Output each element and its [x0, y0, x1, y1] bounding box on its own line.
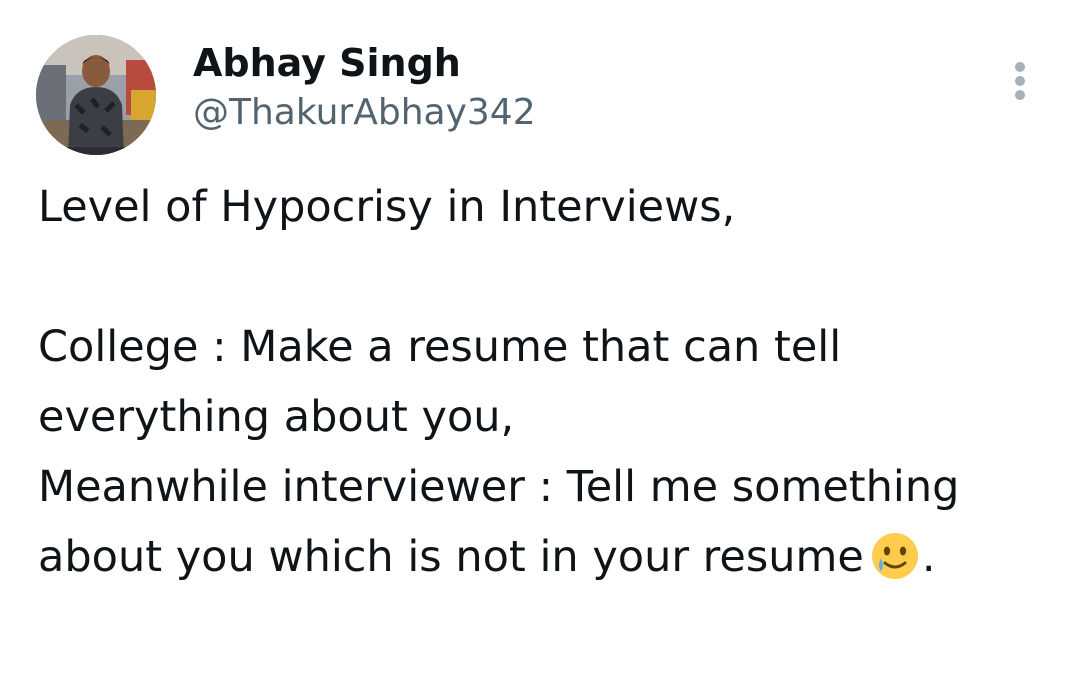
tweet-text: Level of Hypocrisy in Interviews, Colleg… [38, 172, 1048, 602]
author-display-name[interactable]: Abhay Singh [193, 38, 536, 88]
tweet-trailing-period: . [921, 532, 936, 582]
avatar[interactable] [36, 35, 156, 155]
author-block: Abhay Singh @ThakurAbhay342 [193, 38, 536, 136]
avatar-photo [36, 35, 156, 155]
more-options-button[interactable] [1004, 58, 1036, 104]
smiling-face-with-tear-icon [870, 531, 920, 602]
tweet-line-college: College : Make a resume that can tell ev… [38, 322, 855, 442]
author-handle[interactable]: @ThakurAbhay342 [193, 90, 536, 136]
tweet-line-intro: Level of Hypocrisy in Interviews, [38, 182, 736, 232]
tweet-card: Abhay Singh @ThakurAbhay342 Level of Hyp… [0, 0, 1080, 679]
tweet-line-interviewer-text: Meanwhile interviewer : Tell me somethin… [38, 462, 974, 582]
tweet-line-interviewer: Meanwhile interviewer : Tell me somethin… [38, 452, 1048, 602]
